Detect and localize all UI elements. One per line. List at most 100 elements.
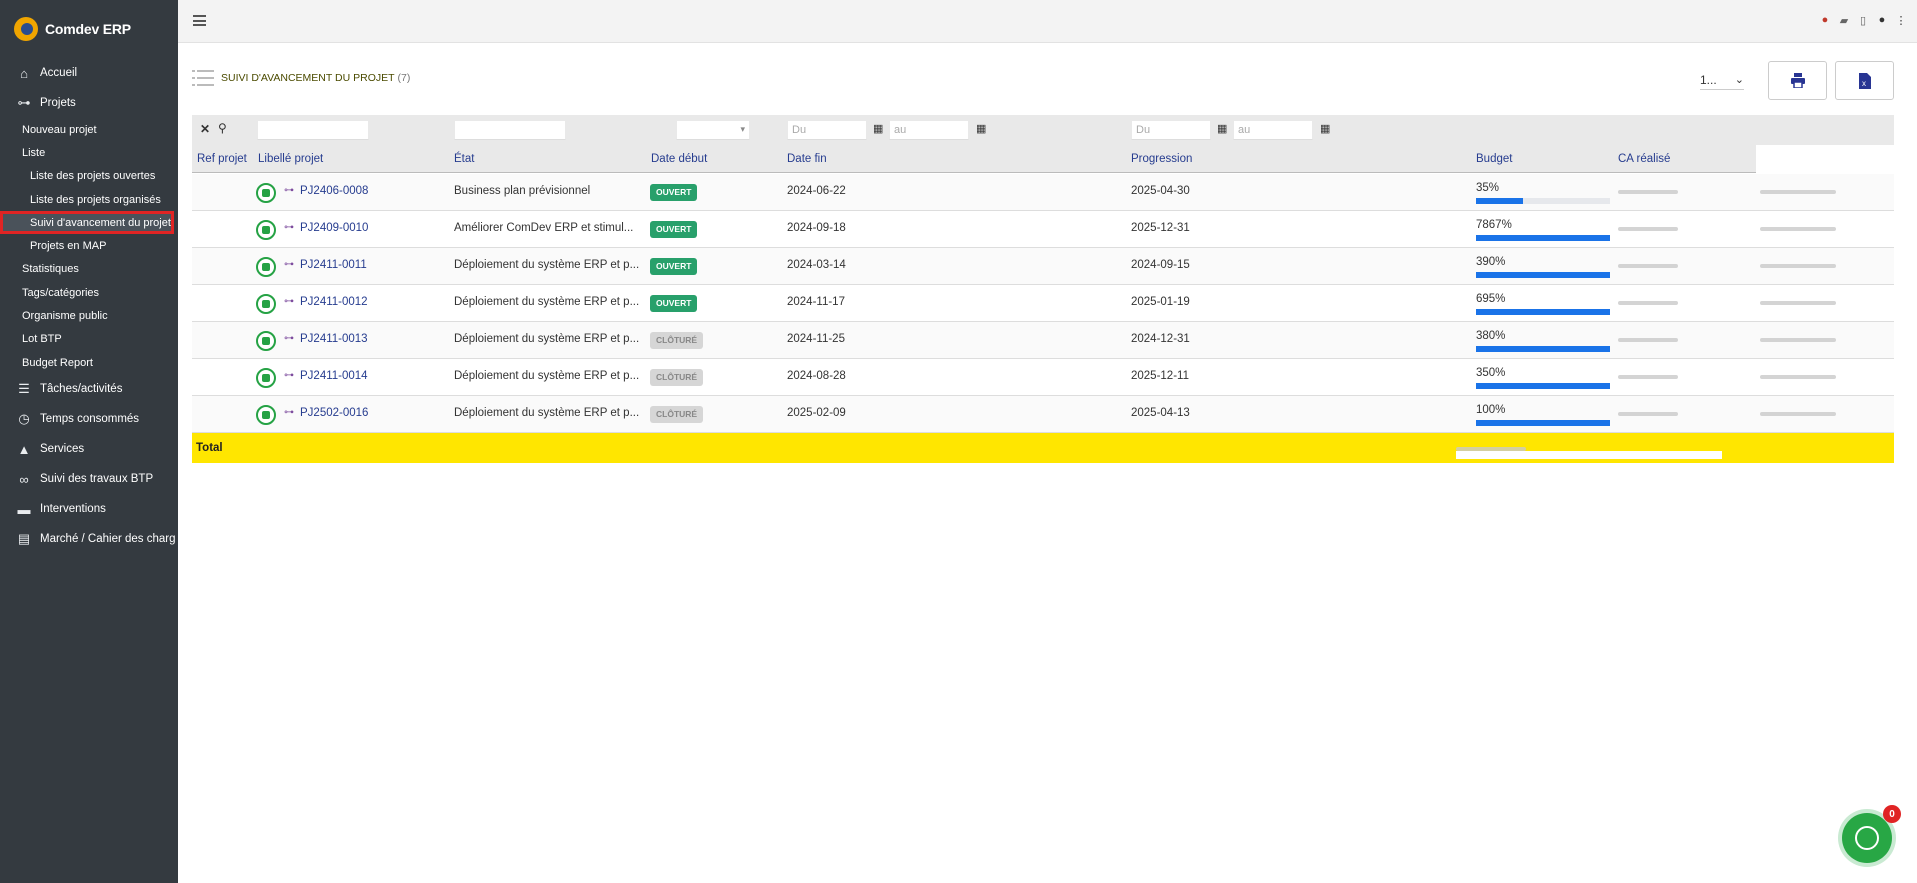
search-icon[interactable]: ⚲ xyxy=(218,121,227,135)
filter-status-select[interactable]: ▾ xyxy=(676,120,750,140)
dropdown-arrow-icon: ▾ xyxy=(740,124,745,134)
budget-redacted xyxy=(1618,190,1678,194)
whatsapp-icon[interactable] xyxy=(256,294,276,314)
project-ref-link[interactable]: PJ2411-0014 xyxy=(300,370,368,382)
filter-row: ✕ ⚲ ▾ Du ▦ au ▦ Du ▦ au ▦ xyxy=(192,115,1894,145)
print-button[interactable] xyxy=(1768,61,1827,100)
sidebar-item-taches[interactable]: ☰ Tâches/activités xyxy=(0,374,178,404)
sidebar-item-projets-map[interactable]: Projets en MAP xyxy=(0,234,178,257)
table-row[interactable]: ⊶ PJ2411-0011 Déploiement du système ERP e… xyxy=(192,248,1894,285)
sidebar-item-label: Projets xyxy=(40,97,76,109)
svg-text:x: x xyxy=(1862,79,1866,88)
project-ref-link[interactable]: PJ2409-0010 xyxy=(300,222,368,234)
clipboard-icon[interactable]: ▯ xyxy=(1857,14,1869,27)
sidebar-item-statistiques[interactable]: Statistiques xyxy=(0,258,178,281)
total-redaction-mask xyxy=(1456,451,1722,459)
sidebar-item-label: Nouveau projet xyxy=(22,123,97,136)
notification-icon[interactable]: ● xyxy=(1819,14,1831,26)
budget-redacted xyxy=(1618,227,1678,231)
chevron-down-icon: ⌄ xyxy=(1734,74,1744,86)
sidebar-item-projets-organises[interactable]: Liste des projets organisés xyxy=(0,188,178,211)
progress-bar-fill xyxy=(1476,272,1610,278)
col-ref-projet[interactable]: Ref projet xyxy=(197,153,247,165)
col-budget[interactable]: Budget xyxy=(1476,153,1512,165)
sidebar-item-projets[interactable]: ⊶ Projets xyxy=(0,88,178,118)
user-avatar[interactable]: ● xyxy=(1876,14,1888,26)
chat-icon xyxy=(1855,826,1879,850)
progress-percent: 695% xyxy=(1476,293,1506,305)
col-libelle-projet[interactable]: Libellé projet xyxy=(258,153,323,165)
sidebar-item-suivi-avancement[interactable]: Suivi d'avancement du projet xyxy=(0,211,174,235)
progress-cell: 350% xyxy=(1476,367,1610,389)
col-date-debut[interactable]: Date début xyxy=(651,153,707,165)
au-placeholder: au xyxy=(1238,124,1251,136)
clear-filter-icon[interactable]: ✕ xyxy=(200,122,210,136)
whatsapp-icon[interactable] xyxy=(256,220,276,240)
sidebar-item-temps[interactable]: ◷ Temps consommés xyxy=(0,404,178,434)
sidebar-item-label: Suivi des travaux BTP xyxy=(40,473,154,486)
chat-badge: 0 xyxy=(1883,805,1901,823)
sidebar-item-nouveau-projet[interactable]: Nouveau projet xyxy=(0,118,178,141)
col-date-fin[interactable]: Date fin xyxy=(787,153,827,165)
table-row[interactable]: ⊶ PJ2502-0016 Déploiement du système ERP e… xyxy=(192,396,1894,433)
sidebar-item-accueil[interactable]: ⌂ Accueil xyxy=(0,58,178,88)
sidebar-item-label: Tags/catégories xyxy=(22,286,100,299)
table-row[interactable]: ⊶ PJ2411-0013 Déploiement du système ERP e… xyxy=(192,322,1894,359)
project-ref-link[interactable]: PJ2411-0013 xyxy=(300,333,368,345)
project-ref-link[interactable]: PJ2406-0008 xyxy=(300,185,368,197)
whatsapp-icon[interactable] xyxy=(256,405,276,425)
sidebar-item-liste[interactable]: Liste xyxy=(0,141,178,164)
sidebar-item-marche[interactable]: ▤ Marché / Cahier des charg xyxy=(0,524,178,554)
more-vertical-icon[interactable]: ⋮ xyxy=(1895,14,1907,27)
sidebar-item-lot-btp[interactable]: Lot BTP xyxy=(0,328,178,351)
brand[interactable]: Comdev ERP xyxy=(0,0,178,58)
topbar-icons: ● ▰ ▯ ● ⋮ xyxy=(1819,14,1907,27)
whatsapp-icon[interactable] xyxy=(256,257,276,277)
sidebar-item-budget-report[interactable]: Budget Report xyxy=(0,351,178,374)
filter-date-end-to[interactable]: au xyxy=(1233,120,1313,140)
filter-date-start-from[interactable]: Du xyxy=(787,120,867,140)
calendar-icon[interactable]: ▦ xyxy=(976,122,986,135)
filter-etat-input[interactable] xyxy=(454,120,566,140)
progress-cell: 390% xyxy=(1476,256,1610,278)
date-end: 2024-12-31 xyxy=(1131,333,1190,345)
whatsapp-icon[interactable] xyxy=(256,331,276,351)
whatsapp-icon[interactable] xyxy=(256,368,276,388)
calendar-icon[interactable]: ▦ xyxy=(873,122,883,135)
binoculars-icon: ∞ xyxy=(19,471,29,487)
sidebar-item-services[interactable]: ▲ Services xyxy=(0,434,178,464)
sidebar-item-interventions[interactable]: ▬ Interventions xyxy=(0,494,178,524)
hamburger-menu-icon[interactable] xyxy=(193,15,206,26)
col-etat[interactable]: État xyxy=(454,153,474,165)
per-page-select[interactable]: 1... ⌄ xyxy=(1700,70,1744,90)
whatsapp-icon[interactable] xyxy=(256,183,276,203)
sidebar-item-projets-ouvertes[interactable]: Liste des projets ouvertes xyxy=(0,165,178,188)
col-ca-realise[interactable]: CA réalisé xyxy=(1618,153,1670,165)
progress-bar-track xyxy=(1476,272,1610,278)
table-row[interactable]: ⊶ PJ2406-0008 Business plan prévisionnel OU… xyxy=(192,174,1894,211)
progress-percent: 100% xyxy=(1476,404,1506,416)
project-ref-link[interactable]: PJ2411-0012 xyxy=(300,296,368,308)
filter-date-start-to[interactable]: au xyxy=(889,120,969,140)
col-progression[interactable]: Progression xyxy=(1131,153,1192,165)
calendar-icon[interactable]: ▦ xyxy=(1217,122,1227,135)
table-row[interactable]: ⊶ PJ2409-0010 Améliorer ComDev ERP et stim… xyxy=(192,211,1894,248)
export-excel-button[interactable]: x xyxy=(1835,61,1894,100)
filter-date-end-from[interactable]: Du xyxy=(1131,120,1211,140)
budget-redacted xyxy=(1618,338,1678,342)
project-ref-link[interactable]: PJ2411-0011 xyxy=(300,259,367,271)
sidebar-item-tags[interactable]: Tags/catégories xyxy=(0,281,178,304)
progress-percent: 7867% xyxy=(1476,219,1512,231)
calendar-icon[interactable]: ▦ xyxy=(1320,122,1330,135)
table-row[interactable]: ⊶ PJ2411-0014 Déploiement du système ERP e… xyxy=(192,359,1894,396)
date-start: 2024-09-18 xyxy=(787,222,846,234)
sidebar-item-suivi-travaux[interactable]: ∞ Suivi des travaux BTP xyxy=(0,464,178,494)
table-row[interactable]: ⊶ PJ2411-0012 Déploiement du système ERP e… xyxy=(192,285,1894,322)
sidebar: Comdev ERP ⌂ Accueil ⊶ Projets Nouveau pro… xyxy=(0,0,178,883)
chat-button[interactable] xyxy=(1842,813,1892,863)
sidebar-item-organisme-public[interactable]: Organisme public xyxy=(0,304,178,327)
project-ref-link[interactable]: PJ2502-0016 xyxy=(300,407,368,419)
sidebar-item-label: Accueil xyxy=(40,67,78,79)
filter-libelle-input[interactable] xyxy=(257,120,369,140)
chat-bubbles-icon[interactable]: ▰ xyxy=(1838,14,1850,27)
